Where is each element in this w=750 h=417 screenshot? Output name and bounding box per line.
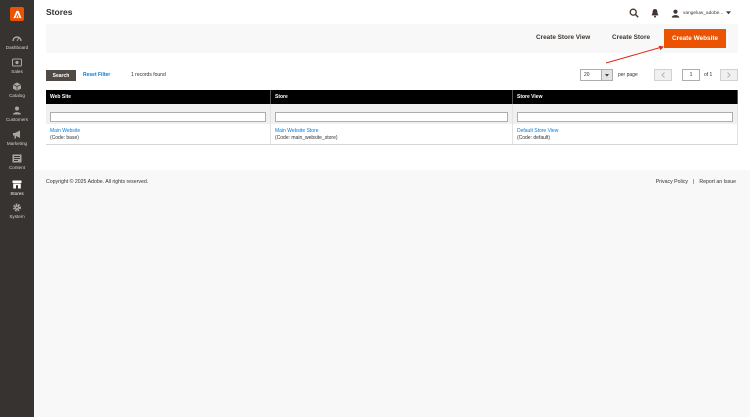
- chevron-down-icon: [601, 70, 612, 80]
- store-view-filter-input[interactable]: [517, 111, 733, 122]
- grid-header-row: Web Site Store Store View: [46, 90, 738, 104]
- grid-filter-row: [46, 104, 738, 124]
- per-page-value: 20: [584, 72, 590, 78]
- sidebar-item-dashboard[interactable]: Dashboard: [0, 34, 34, 50]
- user-name: vangeluw_adobe...: [683, 10, 724, 16]
- chevron-right-icon: [727, 72, 731, 78]
- website-link[interactable]: Main Website: [50, 128, 266, 135]
- footer: Copyright © 2025 Adobe. All rights reser…: [34, 170, 750, 417]
- store-filter-input[interactable]: [275, 111, 508, 122]
- sidebar-item-label: Stores: [10, 191, 24, 196]
- sidebar-item-label: Content: [8, 165, 26, 170]
- website-filter-input[interactable]: [50, 111, 266, 122]
- gear-icon: [13, 203, 21, 212]
- records-count: 1 records found: [131, 72, 166, 78]
- search-icon[interactable]: [629, 8, 639, 18]
- speedometer-icon: [12, 36, 22, 42]
- cube-icon: [12, 82, 22, 91]
- chevron-left-icon: [661, 72, 665, 78]
- page-title: Stores: [46, 7, 73, 17]
- sidebar-item-stores[interactable]: Stores: [0, 180, 34, 196]
- sidebar-item-label: System: [9, 214, 25, 219]
- sidebar-item-customers[interactable]: Customers: [0, 106, 34, 122]
- content-icon: [12, 154, 22, 163]
- annotation-arrow-icon: [605, 45, 664, 64]
- privacy-policy-link[interactable]: Privacy Policy: [656, 179, 688, 185]
- sidebar-item-label: Dashboard: [5, 45, 29, 50]
- footer-links: Privacy Policy | Report an Issue: [656, 179, 736, 185]
- copyright-text: Copyright © 2025 Adobe. All rights reser…: [46, 179, 149, 185]
- sidebar-item-label: Sales: [11, 69, 23, 74]
- per-page-label: per page: [618, 72, 638, 78]
- sidebar-item-label: Marketing: [6, 141, 28, 146]
- dollar-icon: [12, 58, 22, 67]
- store-icon: [12, 180, 22, 189]
- page-number-input[interactable]: [682, 69, 700, 81]
- sidebar-item-sales[interactable]: Sales: [0, 58, 34, 74]
- reset-filter-link[interactable]: Reset Filter: [83, 72, 110, 78]
- sidebar-item-label: Catalog: [9, 93, 25, 98]
- sidebar-item-content[interactable]: Content: [0, 154, 34, 170]
- sidebar-item-label: Customers: [5, 117, 29, 122]
- store-view-code: (Code: default): [517, 134, 551, 141]
- report-issue-link[interactable]: Report an Issue: [699, 179, 736, 185]
- per-page-select[interactable]: 20: [580, 69, 613, 81]
- column-header-store-view[interactable]: Store View: [513, 90, 738, 104]
- sidebar-item-system[interactable]: System: [0, 203, 34, 219]
- previous-page-button[interactable]: [654, 69, 672, 81]
- sidebar-item-catalog[interactable]: Catalog: [0, 82, 34, 98]
- create-store-view-button[interactable]: Create Store View: [536, 34, 590, 41]
- sidebar: Dashboard Sales Catalog Customers Market…: [0, 0, 34, 417]
- create-store-button[interactable]: Create Store: [612, 34, 650, 41]
- store-code: (Code: main_website_store): [275, 134, 338, 141]
- search-button[interactable]: Search: [46, 70, 76, 81]
- bell-icon[interactable]: [650, 8, 660, 18]
- megaphone-icon: [13, 130, 20, 139]
- create-website-button[interactable]: Create Website: [664, 29, 726, 48]
- table-row: Main Website (Code: base) Main Website S…: [46, 124, 738, 145]
- user-menu[interactable]: vangeluw_adobe...: [671, 7, 732, 19]
- sidebar-item-marketing[interactable]: Marketing: [0, 130, 34, 146]
- chevron-down-icon: [726, 11, 732, 15]
- customers-icon: [13, 106, 21, 115]
- stores-grid: Web Site Store Store View Main Website (…: [46, 90, 738, 145]
- adobe-logo[interactable]: [10, 7, 24, 21]
- column-header-website[interactable]: Web Site: [46, 90, 271, 104]
- website-code: (Code: base): [50, 134, 79, 141]
- footer-separator: |: [693, 179, 695, 185]
- user-icon: [671, 9, 680, 18]
- column-header-store[interactable]: Store: [271, 90, 513, 104]
- next-page-button[interactable]: [720, 69, 738, 81]
- page-total-label: of 1: [704, 72, 713, 78]
